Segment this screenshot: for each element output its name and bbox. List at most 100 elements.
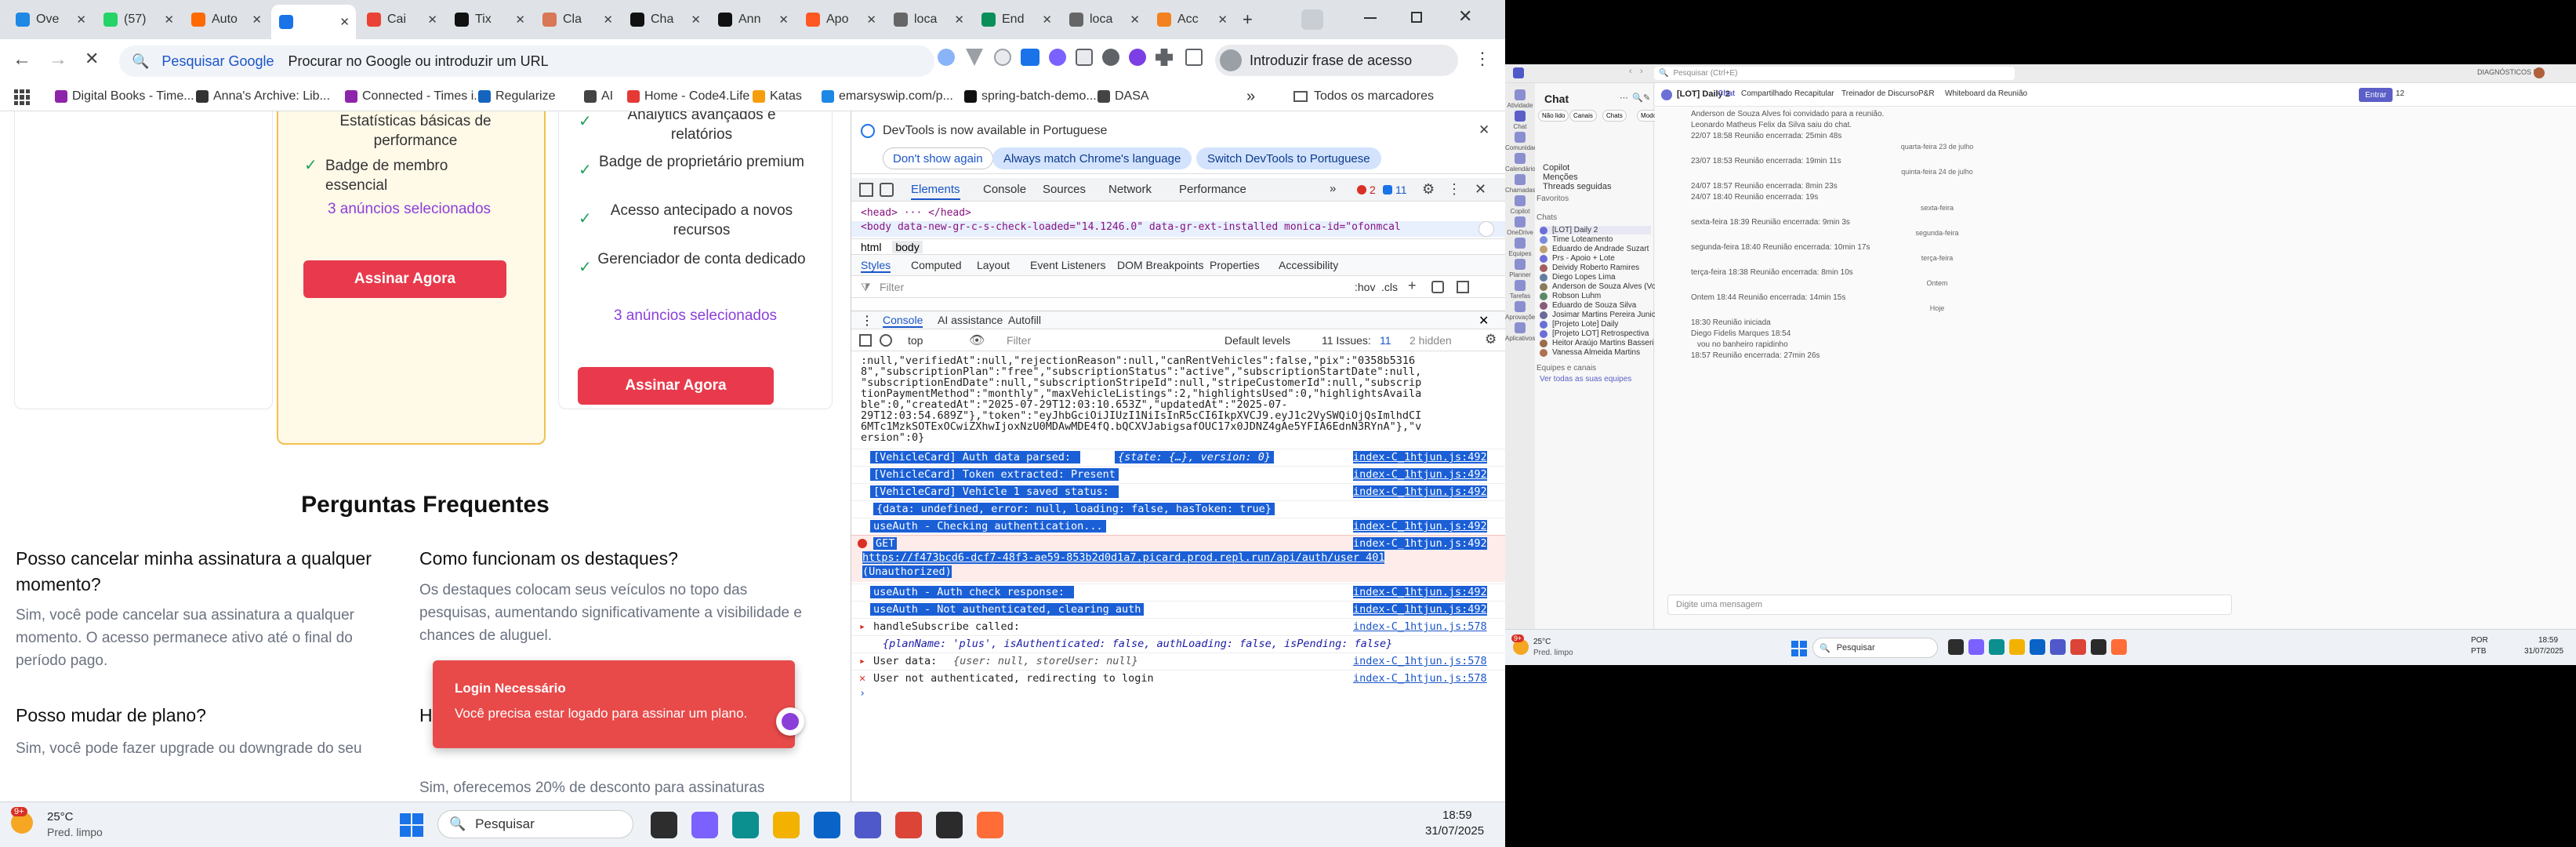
teams-nav-item[interactable]: Chat [1505, 111, 1535, 130]
close-drawer-icon[interactable]: ✕ [1478, 313, 1489, 329]
windows-start-icon[interactable] [1791, 641, 1807, 656]
issues-count[interactable]: 11 [1380, 334, 1391, 347]
bookmark-item[interactable]: Regularize [478, 89, 555, 104]
postman-icon[interactable] [977, 812, 1003, 838]
styles-tab[interactable]: Accessibility [1279, 259, 1338, 271]
copilot-icon[interactable] [1968, 639, 1984, 655]
conversation-tab[interactable]: P&R [1918, 89, 1935, 98]
crumb-html[interactable]: html [861, 241, 881, 253]
user-avatar[interactable] [2534, 67, 2545, 78]
console-log-entry[interactable]: {data: undefined, error: null, loading: … [851, 500, 1505, 516]
close-tab-icon[interactable]: ✕ [339, 15, 350, 29]
postman-icon[interactable] [2111, 639, 2127, 655]
chat-quick-item[interactable]: Threads seguidas [1543, 182, 1611, 191]
browser-tab[interactable]: Acc ✕ [1149, 7, 1234, 32]
log-source-link[interactable]: index-C_1htjun.js:492 [1353, 485, 1487, 498]
close-tab-icon[interactable]: ✕ [427, 13, 437, 27]
edge-icon[interactable] [732, 812, 759, 838]
tab-search-icon[interactable] [1301, 9, 1323, 30]
chat-list-item[interactable]: [Projeto LOT] Retrospectiva [1540, 329, 1649, 338]
chat-list-item[interactable]: Prs - Apoio + Lote [1540, 254, 1615, 263]
styles-tab[interactable]: DOM Breakpoints [1117, 259, 1203, 271]
teams-nav-item[interactable]: Copilot [1505, 195, 1535, 215]
passkey-button[interactable]: Introduzir frase de acesso [1215, 45, 1458, 76]
close-tab-icon[interactable]: ✕ [603, 13, 613, 27]
close-tab-icon[interactable]: ✕ [866, 13, 876, 27]
chat-more-icon[interactable]: ⋯ [1620, 93, 1628, 103]
bookmark-item[interactable]: Home - Code4.Life [627, 89, 749, 104]
console-filter-input[interactable]: Filter [1007, 334, 1031, 347]
chat-list-item[interactable]: Diego Lopes Lima [1540, 273, 1616, 282]
bookmark-item[interactable]: Digital Books - Time... [55, 89, 194, 104]
devtools-tab[interactable]: Elements [911, 183, 960, 200]
devtools-tab[interactable]: Performance [1179, 183, 1246, 196]
browser-tab[interactable]: Ove ✕ [8, 7, 93, 32]
close-window-icon[interactable]: ✕ [1458, 6, 1472, 27]
styles-filter-input[interactable]: Filter [880, 281, 904, 293]
styles-tab[interactable]: Styles [861, 259, 891, 273]
get-url[interactable]: https://f473bcd6-dcf7-48f3-ae59-853b2d0d… [862, 551, 1385, 564]
extension-2-icon[interactable] [1076, 49, 1093, 66]
devtools-tab[interactable]: Console [983, 183, 1026, 196]
file-explorer-icon[interactable] [651, 812, 677, 838]
chat-list-item[interactable]: Time Loteamento [1540, 235, 1613, 244]
back-icon[interactable]: ‹ [1629, 67, 1632, 76]
apps-grid-icon[interactable] [14, 89, 30, 105]
console-log-entry[interactable]: {planName: 'plus', isAuthenticated: fals… [851, 635, 1505, 651]
chat-quick-item[interactable]: Menções [1543, 173, 1578, 182]
log-source-link[interactable]: index-C_1htjun.js:578 [1353, 655, 1487, 667]
edge-icon[interactable] [1989, 639, 2005, 655]
log-source-link[interactable]: index-C_1htjun.js:492 [1353, 586, 1487, 598]
bookmarks-more[interactable]: » [1246, 88, 1255, 106]
drawer-tab[interactable]: AI assistance [938, 314, 1003, 326]
outlook-icon[interactable] [814, 812, 840, 838]
settings-icon[interactable]: ⚙ [1422, 181, 1435, 198]
browser-tab[interactable]: ✕ [271, 5, 356, 39]
sidepanel-icon[interactable] [1185, 49, 1203, 66]
chat-search-icon[interactable]: 🔍 [1632, 93, 1643, 103]
console-log-entry[interactable]: [VehicleCard] Token extracted: Present in… [851, 466, 1505, 482]
copilot-icon[interactable] [691, 812, 718, 838]
extension-icon[interactable] [994, 49, 1011, 66]
get-source-link[interactable]: index-C_1htjun.js:492 [1353, 537, 1487, 550]
sidebar-toggle-icon[interactable] [1457, 281, 1469, 293]
inspect-icon[interactable] [859, 183, 873, 197]
chat-list-item[interactable]: [LOT] Daily 2 [1540, 226, 1651, 234]
teams-icon[interactable] [2050, 639, 2066, 655]
terminal-icon[interactable] [2091, 639, 2106, 655]
teams-nav-item[interactable]: Equipes [1505, 238, 1535, 257]
participants-count[interactable]: 12 [2396, 89, 2404, 98]
chrome-icon[interactable] [895, 812, 922, 838]
styles-tab[interactable]: Layout [977, 259, 1010, 271]
close-devtools-icon[interactable]: ✕ [1475, 181, 1486, 198]
clear-console-icon[interactable] [880, 334, 892, 347]
computed-styles-icon[interactable] [1431, 281, 1444, 293]
browser-tab[interactable]: Cla ✕ [535, 7, 619, 32]
back-icon[interactable]: ← [13, 49, 31, 71]
outlook-icon[interactable] [2030, 639, 2045, 655]
log-object[interactable]: {state: {…}, version: 0} [1115, 451, 1275, 463]
teams-nav-item[interactable]: Atividade [1505, 89, 1535, 109]
chat-list-item[interactable]: Eduardo de Souza Silva [1540, 301, 1636, 310]
extension-monica-icon[interactable] [1049, 49, 1066, 66]
forward-icon[interactable]: → [49, 49, 67, 71]
explorer-folder-icon[interactable] [773, 812, 800, 838]
chat-filter[interactable]: Chats [1602, 110, 1627, 122]
chat-list-item[interactable]: Eduardo de Andrade Suzart [1540, 245, 1649, 253]
terminal-icon[interactable] [936, 812, 963, 838]
console-error-get[interactable]: GET index-C_1htjun.js:492 https://f473bcd6… [851, 535, 1505, 582]
browser-tab[interactable]: Cai ✕ [359, 7, 444, 32]
close-tab-icon[interactable]: ✕ [778, 13, 789, 27]
chrome-icon[interactable] [2070, 639, 2086, 655]
monica-float-icon[interactable] [776, 707, 804, 736]
log-source-link[interactable]: index-C_1htjun.js:492 [1353, 520, 1487, 533]
bookmark-item[interactable]: emarsyswip.com/p... [822, 89, 953, 104]
bookmark-item[interactable]: Anna's Archive: Lib... [196, 89, 330, 104]
cls-toggle[interactable]: .cls [1381, 281, 1398, 293]
error-count[interactable]: 2 [1357, 184, 1376, 196]
console-sidebar-icon[interactable] [859, 334, 872, 347]
console-log-entry[interactable]: ▸ User data: {user: null, storeUser: null… [851, 653, 1505, 668]
conversation-tab[interactable]: Treinador de Discurso [1841, 89, 1918, 98]
warning-count[interactable]: 11 [1383, 184, 1407, 196]
plan1-subscribe-button[interactable]: Assinar Agora [303, 260, 506, 298]
